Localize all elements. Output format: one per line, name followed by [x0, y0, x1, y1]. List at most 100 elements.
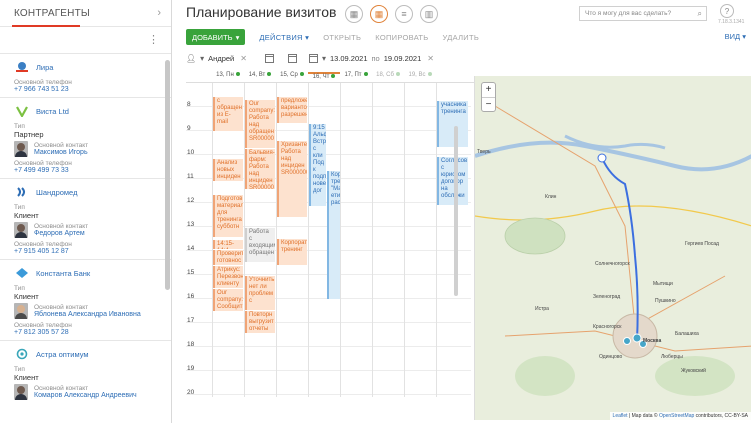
clear-owner-icon[interactable]: ✕: [240, 54, 247, 63]
company-name[interactable]: Астра оптимум: [36, 350, 89, 359]
event-card[interactable]: 14:15-14:4: [213, 240, 243, 249]
company-name[interactable]: Шандромед: [36, 188, 77, 197]
company-name[interactable]: Лира: [36, 63, 53, 72]
contact-link[interactable]: Максимов Игорь: [34, 149, 88, 156]
day-label: 19, Вс: [408, 72, 426, 78]
contact-link[interactable]: Комаров Александр Андреевич: [34, 392, 137, 399]
phone-value[interactable]: +7 966 743 51 23: [14, 86, 161, 93]
avatar: [14, 222, 28, 238]
event-card[interactable]: предложе вариантов разрешен: [277, 97, 307, 123]
phone-value[interactable]: +7 812 305 57 28: [14, 329, 161, 336]
sidebar-scrollbar[interactable]: [165, 60, 170, 290]
map-pin-icon: [427, 72, 432, 76]
company-name[interactable]: Константа Банк: [36, 269, 90, 278]
map-label: Тверь: [477, 149, 491, 155]
day-header-today[interactable]: 16, Чт: [308, 72, 340, 82]
map-view[interactable]: Тверь Гергиев Посад Мытищи Пушкино Красн…: [474, 76, 751, 420]
help-icon[interactable]: ?: [720, 4, 734, 18]
day-header[interactable]: 15, Ср: [276, 72, 308, 82]
contact-card[interactable]: Лира Основной телефон +7 966 743 51 23: [0, 53, 171, 97]
analytics-view-icon[interactable]: ▥: [420, 5, 438, 23]
event-card[interactable]: Кор тре "Ма ети рас: [327, 171, 340, 299]
date-to[interactable]: 19.09.2021: [384, 54, 422, 63]
list-view-icon[interactable]: ≡: [395, 5, 413, 23]
search-icon[interactable]: ⌕: [698, 9, 702, 19]
view-menu[interactable]: ВИД ▾: [725, 32, 746, 41]
day-header[interactable]: 18, Сб: [372, 72, 404, 82]
calendar-icon[interactable]: [308, 53, 318, 63]
field-label: Основной телефон: [14, 160, 72, 167]
map-label: Жуковский: [681, 368, 706, 374]
more-icon[interactable]: ⋮: [0, 27, 171, 53]
event-card[interactable]: Атрикус: Перезвон клиенту: [213, 266, 243, 288]
field-label: Тип: [14, 123, 25, 130]
calendar-view-icon[interactable]: ▦: [345, 5, 363, 23]
event-card[interactable]: учасника тренинга: [437, 101, 468, 147]
zoom-out-button[interactable]: −: [482, 98, 495, 113]
event-card[interactable]: 9:15 Альф Встр с кли Под к подп нове дог: [309, 124, 326, 206]
type-value: Партнер: [14, 130, 44, 139]
copy-button[interactable]: КОПИРОВАТЬ: [375, 33, 428, 42]
map-pin-icon: [395, 72, 400, 76]
clear-date-icon[interactable]: ✕: [427, 54, 434, 63]
contact-card[interactable]: Виста Ltd Тип Партнер Основной контакт М…: [0, 97, 171, 178]
day-header[interactable]: 19, Вс: [404, 72, 436, 82]
company-name[interactable]: Виста Ltd: [36, 107, 69, 116]
add-button[interactable]: ДОБАВИТЬ ▾: [186, 29, 246, 45]
actions-menu[interactable]: ДЕЙСТВИЯ ▾: [259, 33, 309, 42]
event-card[interactable]: Уточнить нет ли проблем с: [245, 276, 275, 310]
map-tiles: [475, 76, 751, 420]
event-card[interactable]: Работа с входящим обращен: [245, 228, 275, 262]
grid-scrollbar[interactable]: [454, 126, 458, 296]
event-card[interactable]: Хризанте Работа над инциден SR000000: [277, 141, 307, 217]
event-card[interactable]: Согласов с юристом договор на обслужи: [437, 157, 468, 205]
date-separator: по: [371, 53, 380, 63]
contact-card[interactable]: Шандромед Тип Клиент Основной контакт Фе…: [0, 178, 171, 259]
hour-label: 8: [187, 101, 191, 108]
caret-down-icon[interactable]: ▾: [322, 54, 326, 63]
event-card[interactable]: Подготов материал для тренинга субботн: [213, 195, 243, 237]
osm-link[interactable]: OpenStreetMap: [659, 413, 694, 419]
contact-card[interactable]: Астра оптимум Тип Клиент Основной контак…: [0, 340, 171, 404]
event-card[interactable]: Our company: Сообщит: [213, 289, 243, 311]
contact-card[interactable]: Константа Банк Тип Клиент Основной конта…: [0, 259, 171, 340]
contact-link[interactable]: Яблонева Александра Ивановна: [34, 311, 141, 318]
event-card[interactable]: Анализ новых инциден: [213, 159, 243, 181]
hour-label: 19: [187, 365, 195, 372]
caret-down-icon[interactable]: ▾: [200, 54, 204, 63]
day-header[interactable]: 14, Вт: [244, 72, 276, 82]
map-label: Мытищи: [653, 281, 673, 287]
owner-filter[interactable]: Андрей: [208, 54, 234, 63]
hour-label: 13: [187, 221, 195, 228]
contact-link[interactable]: Федоров Артем: [34, 230, 88, 237]
calendar-prev-icon[interactable]: [264, 53, 274, 63]
phone-value[interactable]: +7 915 405 12 87: [14, 248, 161, 255]
schedule-view-icon[interactable]: ▦: [370, 5, 388, 23]
event-card[interactable]: Проверит готовнос: [213, 250, 243, 265]
event-card[interactable]: Бальвия-фарм: Работа над инциден SR00000: [245, 149, 275, 189]
open-button[interactable]: ОТКРЫТЬ: [323, 33, 361, 42]
phone-value[interactable]: +7 499 499 73 33: [14, 167, 161, 174]
map-label: Гергиев Посад: [685, 241, 719, 247]
command-search-input[interactable]: Что я могу для вас сделать? ⌕: [579, 6, 707, 21]
field-label: Тип: [14, 285, 25, 292]
event-card[interactable]: Корпоратив тренинг: [277, 239, 307, 265]
event-card[interactable]: Повторн выгрузит отчеты: [245, 311, 275, 333]
calendar-next-icon[interactable]: [287, 53, 297, 63]
date-from[interactable]: 13.09.2021: [330, 54, 368, 63]
field-label: Основной телефон: [14, 241, 72, 248]
event-card[interactable]: с обращен из E-mail: [213, 97, 243, 131]
day-label: 14, Вт: [248, 72, 266, 78]
leaflet-link[interactable]: Leaflet: [613, 413, 628, 419]
delete-button[interactable]: УДАЛИТЬ: [443, 33, 480, 42]
hour-label: 16: [187, 293, 195, 300]
day-header[interactable]: 17, Пт: [340, 72, 372, 82]
zoom-in-button[interactable]: +: [482, 83, 495, 98]
day-header[interactable]: 13, Пн: [212, 72, 244, 82]
event-card[interactable]: Our company: Работа над обращен SR00000: [245, 100, 275, 148]
chevron-right-icon[interactable]: ›: [157, 7, 161, 19]
schedule-grid[interactable]: 8 9 10 11 12 13 14 15 16 17 18 19 20 с о…: [186, 82, 474, 397]
hour-label: 10: [187, 149, 195, 156]
hour-label: 12: [187, 197, 195, 204]
main-area: Планирование визитов ▦ ▦ ≡ ▥ Что я могу …: [172, 0, 751, 423]
